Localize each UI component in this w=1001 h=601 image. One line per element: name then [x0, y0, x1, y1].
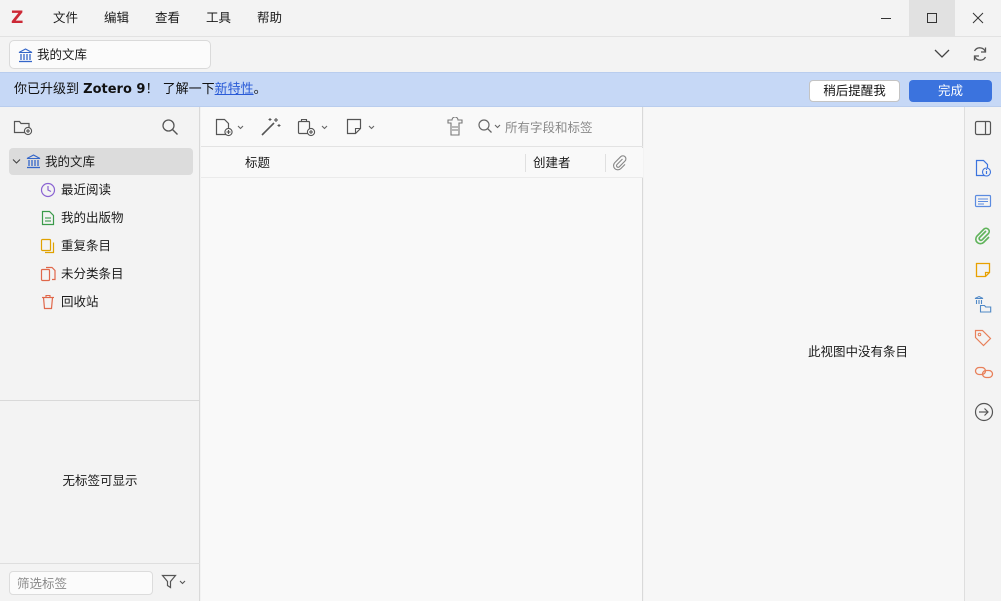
items-tree-header: 标题 创建者	[201, 148, 643, 178]
upgrade-banner: 你已升级到 Zotero 9！ 了解一下新特性。 稍后提醒我 完成	[0, 72, 1001, 107]
collection-row-my-publications[interactable]: 我的出版物	[9, 204, 193, 231]
new-note-icon[interactable]	[345, 117, 379, 137]
collections-toolbar	[0, 107, 200, 147]
duplicates-icon	[40, 238, 56, 254]
magic-wand-icon[interactable]	[260, 117, 282, 137]
collection-label: 回收站	[61, 294, 99, 309]
collection-row-recently-read[interactable]: 最近阅读	[9, 176, 193, 203]
collection-row-duplicates[interactable]: 重复条目	[9, 232, 193, 259]
maximize-button[interactable]	[909, 0, 955, 36]
notes-icon[interactable]	[974, 261, 992, 279]
item-search	[477, 116, 643, 138]
banner-suffix: 。	[253, 82, 267, 97]
zotero-logo: Z	[11, 8, 24, 28]
item-pane-sidenav	[964, 107, 1001, 601]
column-header-title[interactable]: 标题	[245, 155, 270, 171]
menu-file[interactable]: 文件	[53, 9, 78, 27]
search-input[interactable]	[505, 116, 641, 138]
item-pane-empty-message: 此视图中没有条目	[807, 344, 908, 359]
toggle-pane-icon[interactable]	[974, 120, 992, 136]
collections-pane: 我的文库 最近阅读 我的出版物 重复条目 未分类条目 回收站 无标签可显示 筛选…	[0, 107, 200, 601]
sync-icon[interactable]	[971, 45, 989, 63]
collection-row-trash[interactable]: 回收站	[9, 288, 193, 315]
maximize-icon	[927, 13, 937, 23]
banner-product: Zotero 9	[83, 82, 146, 97]
locate-arrow-icon[interactable]	[974, 402, 994, 422]
title-bar: Z 文件 编辑 查看 工具 帮助	[0, 0, 1001, 36]
info-icon[interactable]	[974, 159, 992, 177]
new-collection-icon[interactable]	[13, 118, 33, 136]
menu-edit[interactable]: 编辑	[104, 9, 129, 27]
banner-message: 你已升级到 Zotero 9！ 了解一下新特性。	[14, 82, 267, 98]
chevron-down-icon[interactable]	[933, 46, 951, 60]
search-icon[interactable]	[161, 118, 179, 136]
tags-empty-message: 无标签可显示	[62, 473, 138, 488]
tab-library[interactable]: 我的文库	[9, 40, 211, 69]
add-attachment-icon[interactable]	[296, 117, 332, 137]
tag-filter-input[interactable]	[9, 571, 153, 595]
column-header-creator[interactable]: 创建者	[533, 155, 571, 171]
new-item-icon[interactable]	[214, 117, 248, 137]
collection-label: 我的文库	[45, 154, 96, 169]
close-window-button[interactable]	[955, 0, 1001, 36]
minimize-button[interactable]	[863, 0, 909, 36]
tab-library-label: 我的文库	[37, 47, 88, 62]
banner-prefix: 你已升级到	[14, 82, 84, 97]
chevron-down-icon[interactable]	[12, 157, 21, 166]
items-pane: 标题 创建者	[201, 107, 643, 601]
menu-help[interactable]: 帮助	[257, 9, 282, 27]
collection-label: 我的出版物	[61, 210, 124, 225]
library-icon	[26, 154, 41, 169]
splitter[interactable]	[0, 400, 200, 401]
done-button[interactable]: 完成	[909, 80, 992, 102]
collection-row-my-library[interactable]: 我的文库	[9, 148, 193, 175]
whats-new-link[interactable]: 新特性	[215, 82, 254, 97]
unfiled-icon	[40, 266, 57, 282]
clock-icon	[40, 182, 56, 198]
library-icon	[18, 48, 33, 63]
menu-view[interactable]: 查看	[155, 9, 180, 27]
divider	[0, 563, 200, 564]
banner-middle: ！ 了解一下	[145, 82, 215, 97]
column-separator[interactable]	[525, 154, 526, 172]
collection-label: 未分类条目	[61, 266, 124, 281]
remind-later-button[interactable]: 稍后提醒我	[809, 80, 900, 102]
attachment-column-icon[interactable]	[612, 155, 628, 171]
collection-label: 最近阅读	[61, 182, 112, 197]
close-icon	[972, 12, 984, 24]
publications-icon	[41, 210, 55, 226]
trash-icon	[41, 294, 55, 310]
collection-row-unfiled[interactable]: 未分类条目	[9, 260, 193, 287]
minimize-icon	[881, 18, 891, 19]
menu-tools[interactable]: 工具	[206, 9, 231, 27]
search-icon[interactable]	[477, 118, 503, 136]
tab-bar: 我的文库	[0, 36, 1001, 72]
item-pane: 此视图中没有条目	[644, 107, 964, 601]
attachments-icon[interactable]	[974, 227, 992, 245]
column-separator[interactable]	[605, 154, 606, 172]
items-toolbar	[201, 107, 643, 147]
filter-icon[interactable]	[161, 574, 187, 590]
libraries-collections-icon[interactable]	[974, 295, 992, 313]
abstract-icon[interactable]	[974, 193, 992, 209]
collection-tree: 我的文库 最近阅读 我的出版物 重复条目 未分类条目 回收站	[0, 147, 200, 401]
related-icon[interactable]	[974, 363, 994, 381]
collection-label: 重复条目	[61, 238, 112, 253]
locate-icon[interactable]	[444, 117, 466, 137]
tags-icon[interactable]	[974, 329, 992, 347]
